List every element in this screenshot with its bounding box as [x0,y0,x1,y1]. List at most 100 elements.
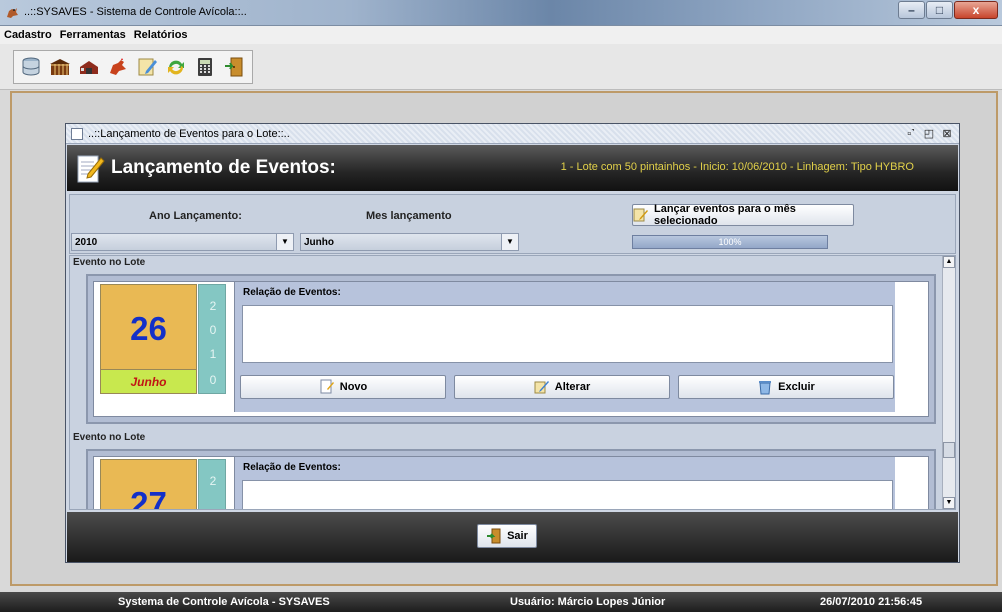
edit-pencil-icon [534,379,550,395]
calendar-day-number: 27 [130,485,167,510]
relacao-eventos-title: Relação de Eventos: [243,287,341,298]
ano-label: Ano Lançamento: [149,210,242,222]
event-group-label: Evento no Lote [73,432,146,443]
internal-frame-titlebar[interactable]: ..::Lançamento de Eventos para o Lote::.… [66,124,959,144]
event-card: 26 Junho 2 0 1 0 Relação de Eventos: Nov… [86,274,936,424]
chevron-down-icon[interactable]: ▼ [276,234,293,250]
toolbar-button-predio[interactable] [75,54,102,80]
window-controls: – □ x [897,1,998,19]
rooster-icon [109,58,126,75]
toolbar-button-calculadora[interactable] [191,54,218,80]
relacao-eventos-panel: Relação de Eventos: Novo Alterar Excluir [234,282,895,412]
new-document-icon [319,379,335,395]
ano-select-value: 2010 [75,237,98,248]
bottom-action-bar: Sair [67,512,958,562]
toolbar-button-database[interactable] [17,54,44,80]
window-title: ..::SYSAVES - Sistema de Controle Avícol… [24,6,247,18]
status-system-name: Systema de Controle Avícola - SYSAVES [118,596,330,608]
events-scroll-area[interactable]: Evento no Lote 26 Junho 2 0 1 0 Relação … [69,255,956,510]
excluir-button[interactable]: Excluir [678,375,894,399]
status-datetime: 26/07/2010 21:56:45 [820,596,923,608]
toolbar-button-sair[interactable] [220,54,247,80]
status-user: Usuário: Márcio Lopes Júnior [510,596,666,608]
minimize-button[interactable]: – [898,1,925,19]
event-group-label: Evento no Lote [73,257,146,268]
menu-bar: Cadastro Ferramentas Relatórios [0,26,1002,44]
chevron-down-icon[interactable]: ▼ [501,234,518,250]
calendar-month-label: Junho [130,375,167,389]
filter-panel: Ano Lançamento: Mes lançamento 2010 ▼ Ju… [69,194,956,254]
sair-button[interactable]: Sair [477,524,537,548]
novo-button[interactable]: Novo [240,375,446,399]
calendar-year-column: 2 0 1 0 [198,284,226,394]
scroll-down-icon[interactable]: ▼ [943,497,955,509]
restore-icon[interactable]: ▫˺ [903,127,919,141]
scrollbar-thumb[interactable] [943,442,955,458]
lancamento-eventos-window: ..::Lançamento de Eventos para o Lote::.… [65,123,960,563]
year-digit: 1 [209,347,217,361]
relacao-eventos-list[interactable] [242,305,893,363]
internal-frame-title: ..::Lançamento de Eventos para o Lote::.… [88,128,290,140]
launch-progress-text: 100% [718,237,742,247]
menu-cadastro[interactable]: Cadastro [4,29,52,41]
year-digit: 2 [209,474,217,488]
relacao-eventos-title: Relação de Eventos: [243,462,341,473]
barn-grid-icon [49,59,70,75]
toolbar-button-reciclar[interactable] [162,54,189,80]
alterar-label: Alterar [554,381,591,393]
close-icon: x [972,3,980,17]
lancar-eventos-button[interactable]: Lançar eventos para o mês selecionado [632,203,854,227]
desktop-pane: ..::Lançamento de Eventos para o Lote::.… [10,91,998,586]
recycle-icon [167,60,184,75]
notepad-edit-icon [633,207,649,223]
year-digit: 0 [209,373,217,387]
notepad-edit-icon [138,58,157,76]
maximize-icon: □ [935,3,944,17]
toolbar-button-anotacoes[interactable] [133,54,160,80]
toolbar-buttons [13,50,253,84]
event-card-body: 27 2 Relação de Eventos: [93,456,929,510]
relacao-eventos-list[interactable] [242,480,893,509]
document-edit-icon [77,155,105,183]
trash-icon [757,379,773,395]
calendar-month-box: Junho [100,369,197,394]
scroll-up-icon[interactable]: ▲ [943,256,955,268]
relacao-eventos-panel: Relação de Eventos: [234,457,895,509]
excluir-label: Excluir [778,381,815,393]
mes-label: Mes lançamento [366,210,452,222]
year-digit: 2 [209,299,217,313]
events-header: Lançamento de Eventos: 1 - Lote com 50 p… [67,145,958,191]
sair-label: Sair [507,530,528,542]
novo-label: Novo [339,381,368,393]
event-card-body: 26 Junho 2 0 1 0 Relação de Eventos: Nov… [93,281,929,417]
alterar-button[interactable]: Alterar [454,375,670,399]
window-titlebar[interactable]: ..::SYSAVES - Sistema de Controle Avícol… [0,0,1002,26]
calculator-icon [197,58,212,76]
close-button[interactable]: x [954,1,998,19]
exit-door-icon [486,528,502,544]
building-icon [79,61,98,74]
ano-select[interactable]: 2010 ▼ [71,233,294,251]
internal-frame-controls: ▫˺ ◰ ⊠ [901,127,955,141]
status-bar: Systema de Controle Avícola - SYSAVES Us… [0,592,1002,612]
toolbar-button-aves[interactable] [104,54,131,80]
menu-ferramentas[interactable]: Ferramentas [60,29,126,41]
menu-relatorios[interactable]: Relatórios [134,29,188,41]
event-action-buttons: Novo Alterar Excluir [240,374,895,400]
lancar-eventos-label: Lançar eventos para o mês selecionado [654,203,796,227]
toolbar-button-galpao[interactable] [46,54,73,80]
mes-select[interactable]: Junho ▼ [300,233,519,251]
maximize-icon[interactable]: ◰ [921,127,937,141]
chicken-app-icon [7,8,18,18]
calendar-day-box: 27 [100,459,197,510]
launch-progress-bar: 100% [632,235,828,249]
calendar-day-number: 26 [130,310,167,347]
maximize-button[interactable]: □ [926,1,953,19]
year-digit: 0 [209,323,217,337]
frame-window-icon [71,128,83,140]
toolbar [0,44,1002,90]
page-title: Lançamento de Eventos: [111,157,336,178]
database-icon [22,57,39,76]
close-icon[interactable]: ⊠ [939,127,955,141]
events-scrollbar[interactable]: ▲ ▼ [942,256,955,509]
